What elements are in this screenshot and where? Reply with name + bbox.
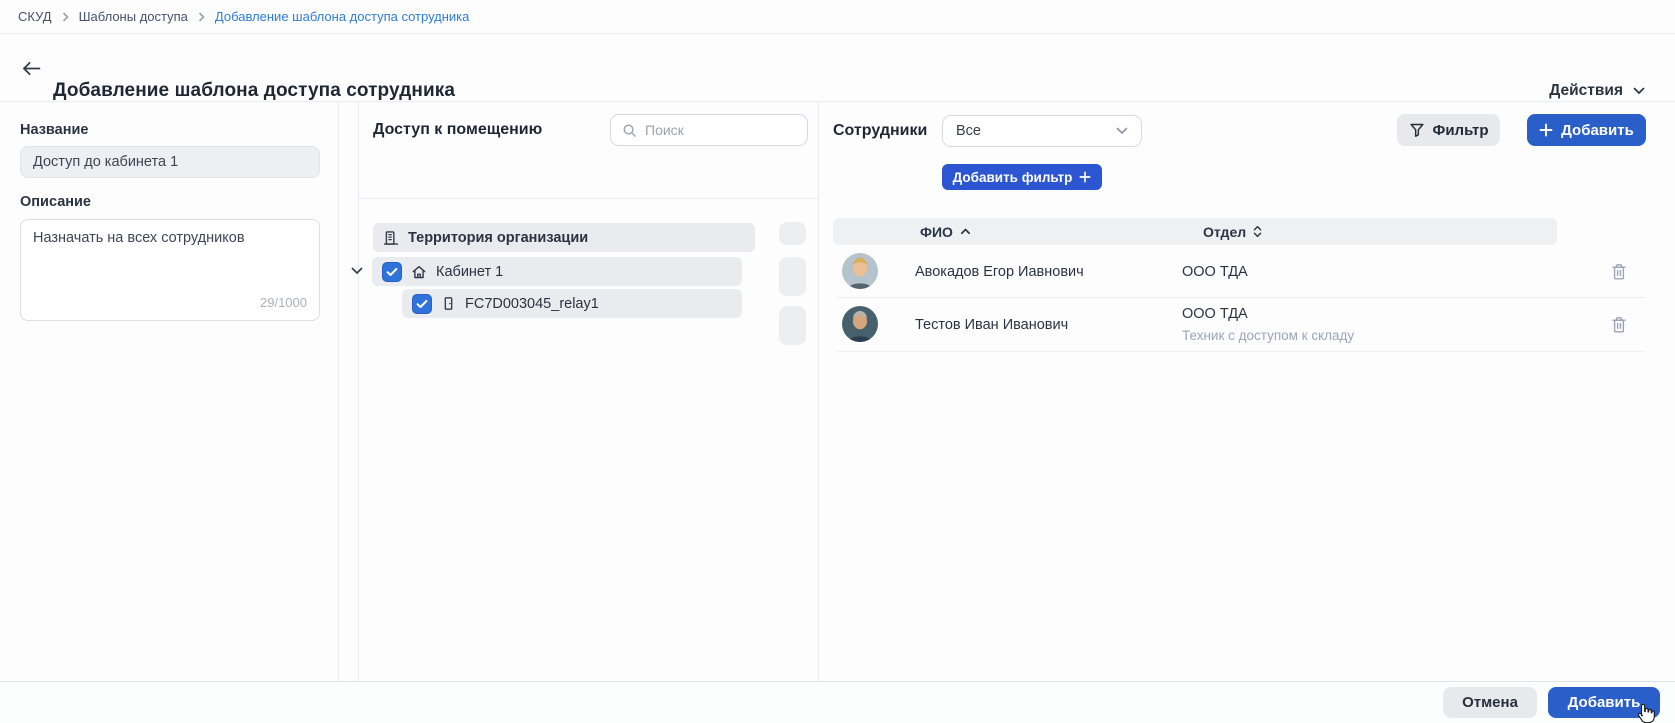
tree-node-label: Территория организации	[408, 230, 588, 246]
room-search-input[interactable]: Поиск	[610, 114, 808, 146]
add-filter-button-label: Добавить фильтр	[953, 170, 1073, 185]
filter-button[interactable]: Фильтр	[1397, 114, 1500, 146]
employee-scope-select[interactable]: Все	[942, 115, 1142, 147]
avatar	[842, 253, 878, 289]
actions-menu-button[interactable]: Действия	[1549, 82, 1645, 100]
chevron-down-icon	[1633, 87, 1645, 95]
add-employee-button-label: Добавить	[1561, 122, 1634, 139]
door-icon	[441, 296, 456, 311]
avatar	[842, 306, 878, 342]
plus-icon	[1079, 171, 1091, 183]
tree-node-label: FC7D003045_relay1	[465, 296, 599, 312]
employee-name: Тестов Иван Иванович	[915, 317, 1068, 334]
description-text: Назначать на всех сотрудников	[33, 230, 245, 246]
trash-icon	[1611, 316, 1627, 334]
funnel-icon	[1409, 122, 1425, 138]
chevron-right-icon	[198, 12, 205, 22]
breadcrumb-item-skud[interactable]: СКУД	[18, 9, 52, 24]
room-panel-title: Доступ к помещению	[373, 121, 542, 139]
panel-divider	[338, 102, 339, 681]
employee-department: ООО ТДА	[1182, 306, 1248, 323]
tree-node-cabinet[interactable]: Кабинет 1	[372, 257, 742, 286]
row-divider	[837, 351, 1645, 352]
employees-panel-title: Сотрудники	[833, 122, 927, 140]
sort-asc-icon	[960, 228, 971, 235]
column-header-fio[interactable]: ФИО	[920, 218, 971, 245]
name-input[interactable]	[20, 146, 320, 178]
submit-button-label: Добавить	[1568, 694, 1641, 711]
plus-icon	[1539, 123, 1553, 137]
cancel-button-label: Отмена	[1462, 694, 1518, 711]
trash-icon	[1611, 263, 1627, 281]
check-icon	[386, 267, 398, 277]
footer-bar	[0, 681, 1675, 723]
page-header: Добавление шаблона доступа сотрудника Де…	[0, 34, 1675, 102]
house-icon	[411, 264, 427, 280]
panel-divider	[818, 102, 819, 681]
arrow-left-icon	[22, 61, 41, 76]
add-employee-button[interactable]: Добавить	[1527, 114, 1646, 146]
panel-divider	[358, 102, 359, 681]
delete-employee-button[interactable]	[1610, 262, 1628, 282]
breadcrumb-item-templates[interactable]: Шаблоны доступа	[79, 9, 188, 24]
checkbox-relay-checked[interactable]	[412, 294, 432, 314]
name-field-label: Название	[20, 122, 88, 138]
building-icon	[383, 230, 399, 246]
employee-scope-value: Все	[956, 123, 981, 139]
app-root: СКУД Шаблоны доступа Добавление шаблона …	[0, 0, 1675, 723]
breadcrumb: СКУД Шаблоны доступа Добавление шаблона …	[0, 0, 1675, 34]
check-icon	[416, 299, 428, 309]
breadcrumb-item-current[interactable]: Добавление шаблона доступа сотрудника	[215, 9, 470, 24]
tree-expander-chevron-icon[interactable]	[351, 264, 367, 278]
actions-menu-label: Действия	[1549, 82, 1623, 100]
column-header-dept[interactable]: Отдел	[1203, 218, 1262, 245]
column-header-label: ФИО	[920, 224, 953, 240]
column-header-label: Отдел	[1203, 224, 1246, 240]
add-filter-button[interactable]: Добавить фильтр	[942, 164, 1102, 190]
collapsed-column-cell	[779, 222, 806, 245]
sort-both-icon	[1253, 225, 1262, 238]
description-textarea[interactable]: Назначать на всех сотрудников 29/1000	[20, 219, 320, 321]
search-placeholder: Поиск	[645, 122, 684, 138]
filter-button-label: Фильтр	[1433, 122, 1489, 139]
char-counter: 29/1000	[260, 294, 307, 312]
collapsed-column-cell	[779, 306, 806, 345]
tree-node-relay[interactable]: FC7D003045_relay1	[402, 289, 742, 318]
back-button[interactable]	[20, 58, 42, 78]
search-icon	[622, 123, 637, 138]
tree-node-territory[interactable]: Территория организации	[373, 223, 755, 252]
employee-name: Авокадов Егор Иавнович	[915, 264, 1084, 281]
page-title: Добавление шаблона доступа сотрудника	[53, 80, 455, 102]
delete-employee-button[interactable]	[1610, 315, 1628, 335]
tree-node-label: Кабинет 1	[436, 264, 503, 280]
chevron-down-icon	[1116, 127, 1128, 135]
submit-button[interactable]: Добавить	[1548, 687, 1660, 718]
chevron-right-icon	[62, 12, 69, 22]
collapsed-column-cell	[779, 257, 806, 296]
employee-position: Техник с доступом к складу	[1182, 328, 1354, 344]
checkbox-cabinet-checked[interactable]	[382, 262, 402, 282]
description-field-label: Описание	[20, 194, 91, 210]
section-divider	[359, 198, 818, 199]
cancel-button[interactable]: Отмена	[1443, 687, 1537, 718]
employee-department: ООО ТДА	[1182, 264, 1248, 281]
row-divider	[837, 297, 1645, 298]
